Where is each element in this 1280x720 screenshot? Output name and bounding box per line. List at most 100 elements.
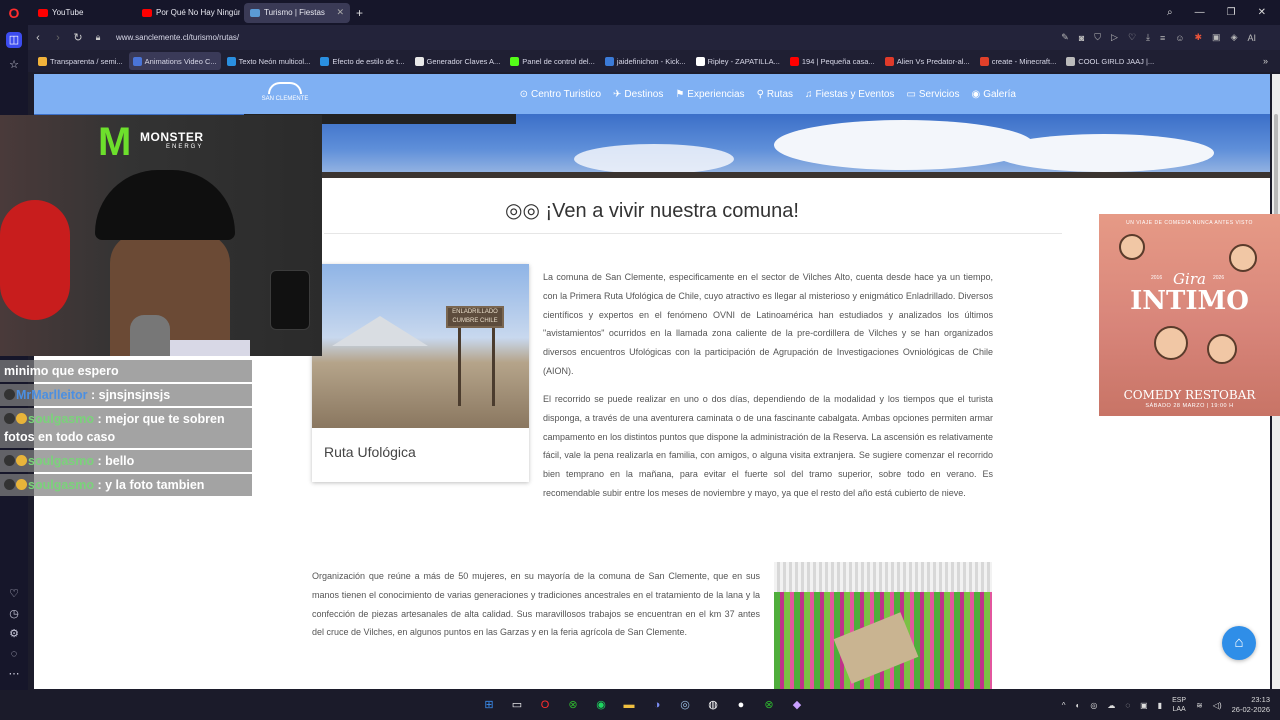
opera-icon[interactable]: O: [534, 694, 556, 716]
forward-icon[interactable]: ›: [48, 32, 68, 44]
plush-toy: [0, 200, 70, 320]
chevron-up-icon[interactable]: ^: [1062, 701, 1066, 710]
steam-icon[interactable]: ◎: [674, 694, 696, 716]
heart-icon[interactable]: ♡: [6, 586, 22, 602]
nav-item-icon: ⊙: [519, 88, 528, 100]
app-icon[interactable]: ◆: [786, 694, 808, 716]
history-icon[interactable]: ◷: [6, 606, 22, 622]
logo-text: SAN CLEMENTE: [261, 96, 309, 102]
opera-logo-icon[interactable]: O: [0, 0, 28, 25]
bookmark-item[interactable]: Animations Video C...: [128, 52, 221, 70]
bookmark-item[interactable]: Panel de control del...: [506, 52, 599, 70]
nav-item-icon: ◉: [971, 88, 981, 100]
wifi-icon[interactable]: ≋: [1196, 701, 1203, 710]
bookmark-item[interactable]: Efecto de estilo de t...: [316, 52, 408, 70]
nav-item[interactable]: ▭ Servicios: [906, 89, 959, 100]
bookmark-favicon-icon: [979, 56, 989, 66]
nav-item[interactable]: ⊙ Centro Turistico: [520, 89, 601, 100]
bookmark-item[interactable]: Texto Neón multicol...: [223, 52, 315, 70]
chat-text: : y la foto tambien: [97, 478, 205, 492]
onedrive-icon[interactable]: ☁: [1107, 701, 1115, 710]
edit-icon[interactable]: ✎: [1061, 32, 1069, 43]
play-icon[interactable]: ▷: [1111, 32, 1118, 43]
nav-item-icon: ⚲: [756, 88, 764, 100]
bookmark-label: Animations Video C...: [144, 56, 217, 66]
game-icon[interactable]: ◍: [702, 694, 724, 716]
stream-chat: minimo que espero MrMarlleitor : sjnsjnsj…: [0, 360, 252, 506]
nav-item[interactable]: ⚲ Rutas: [757, 89, 793, 100]
nav-item[interactable]: ⚑ Experiencias: [675, 89, 744, 100]
new-tab-button[interactable]: +: [356, 6, 363, 20]
reload-icon[interactable]: ↻: [68, 31, 88, 44]
settings-icon[interactable]: ⚙: [6, 626, 22, 642]
sub-badge-icon: [16, 479, 27, 490]
shield-icon[interactable]: ⛉: [1094, 32, 1101, 43]
nav-item[interactable]: ♫ Fiestas y Eventos: [805, 89, 894, 100]
bookmark-item[interactable]: jaidefinichon - Kick...: [601, 52, 690, 70]
tab-turismo[interactable]: Turismo | Fiestas ✕: [244, 2, 350, 23]
bookmark-item[interactable]: COOL GIRLD JAAJ |...: [1062, 52, 1158, 70]
tray-icon[interactable]: ◌: [1125, 701, 1130, 710]
minimize-icon[interactable]: —: [1195, 7, 1205, 18]
nav-item[interactable]: ◉ Galería: [971, 89, 1016, 100]
folder-icon[interactable]: ▬: [618, 694, 640, 716]
url-field[interactable]: www.sanclemente.cl/turismo/rutas/: [116, 33, 239, 42]
microphone: [130, 315, 170, 356]
home-button[interactable]: ⌂: [1222, 626, 1256, 660]
pin-icon[interactable]: ☆: [6, 57, 22, 73]
viewer-badge-icon: [4, 389, 15, 400]
bookmark-item[interactable]: create - Minecraft...: [976, 52, 1061, 70]
xbox-icon[interactable]: ⊗: [758, 694, 780, 716]
obs-icon[interactable]: ●: [730, 694, 752, 716]
tab-youtube[interactable]: YouTube: [32, 3, 132, 23]
discord-icon[interactable]: ◑: [646, 694, 668, 716]
clock[interactable]: 23:13 26-02-2026: [1232, 695, 1270, 715]
nav-item[interactable]: ✈ Destinos: [613, 89, 663, 100]
close-window-icon[interactable]: ✕: [1258, 7, 1266, 18]
ai-icon[interactable]: AI: [1247, 33, 1256, 43]
more-icon[interactable]: ⋯: [6, 666, 22, 682]
bookmark-item[interactable]: Generador Claves A...: [411, 52, 505, 70]
account-icon[interactable]: ☺: [1175, 33, 1184, 43]
route-card[interactable]: ENLADRILLADO CUMBRE CHILE Ruta Ufológica: [312, 264, 529, 482]
camera-icon[interactable]: ◙: [1079, 33, 1084, 43]
comedy-ad[interactable]: UN VIAJE DE COMEDIA NUNCA ANTES VISTO 20…: [1099, 214, 1280, 416]
menu-icon[interactable]: ≡: [1160, 33, 1165, 43]
tripadvisor-icon: ◎◎: [505, 200, 540, 222]
mountain-shape: [332, 316, 428, 346]
site-logo[interactable]: SAN CLEMENTE: [260, 82, 310, 108]
bookmark-favicon-icon: [38, 56, 47, 66]
close-tab-icon[interactable]: ✕: [336, 7, 344, 18]
cube-icon[interactable]: ◈: [1231, 32, 1238, 43]
heart-icon[interactable]: ♡: [1128, 32, 1136, 43]
tab-video[interactable]: Por Qué No Hay Ningún F: [136, 3, 240, 23]
tray-icon[interactable]: ▣: [1140, 701, 1148, 710]
windows-start-icon[interactable]: ⊞: [478, 694, 500, 716]
tab-label: Turismo | Fiestas: [264, 8, 325, 17]
bookmarks-more-icon[interactable]: »: [1263, 56, 1268, 66]
monster-claw-icon: M: [98, 120, 132, 164]
steam-tray-icon[interactable]: ◎: [1090, 701, 1097, 710]
xbox-icon[interactable]: ⊗: [562, 694, 584, 716]
extension-icon[interactable]: ✱: [1195, 32, 1203, 43]
bookmark-item[interactable]: 194 | Pequeña casa...: [786, 52, 879, 70]
task-view-icon[interactable]: ▭: [506, 694, 528, 716]
spotify-icon[interactable]: ◉: [590, 694, 612, 716]
restore-icon[interactable]: ❐: [1227, 7, 1236, 18]
bookmark-item[interactable]: Transparenta / semi...: [34, 52, 127, 70]
extension-icon[interactable]: ▣: [1212, 32, 1221, 43]
tab-bar: O YouTube Por Qué No Hay Ningún F Turism…: [0, 0, 1280, 25]
language-indicator[interactable]: ESP LAA: [1172, 696, 1186, 714]
back-icon[interactable]: ‹: [28, 32, 48, 44]
bookmark-item[interactable]: Ripley - ZAPATILLA...: [692, 52, 784, 70]
workspace-icon[interactable]: ◫: [6, 32, 22, 48]
mic-icon[interactable]: ▮: [1158, 701, 1162, 710]
bookmark-item[interactable]: Alien Vs Predator-al...: [881, 52, 974, 70]
tray-icon[interactable]: ◐: [1076, 701, 1081, 710]
search-icon[interactable]: ⌕: [1167, 7, 1173, 18]
download-icon[interactable]: ⤓: [1146, 32, 1150, 43]
lightbulb-icon[interactable]: ◌: [6, 646, 22, 662]
bookmark-favicon-icon: [132, 56, 142, 66]
volume-icon[interactable]: ◁): [1213, 701, 1222, 710]
youtube-icon: [142, 8, 152, 17]
